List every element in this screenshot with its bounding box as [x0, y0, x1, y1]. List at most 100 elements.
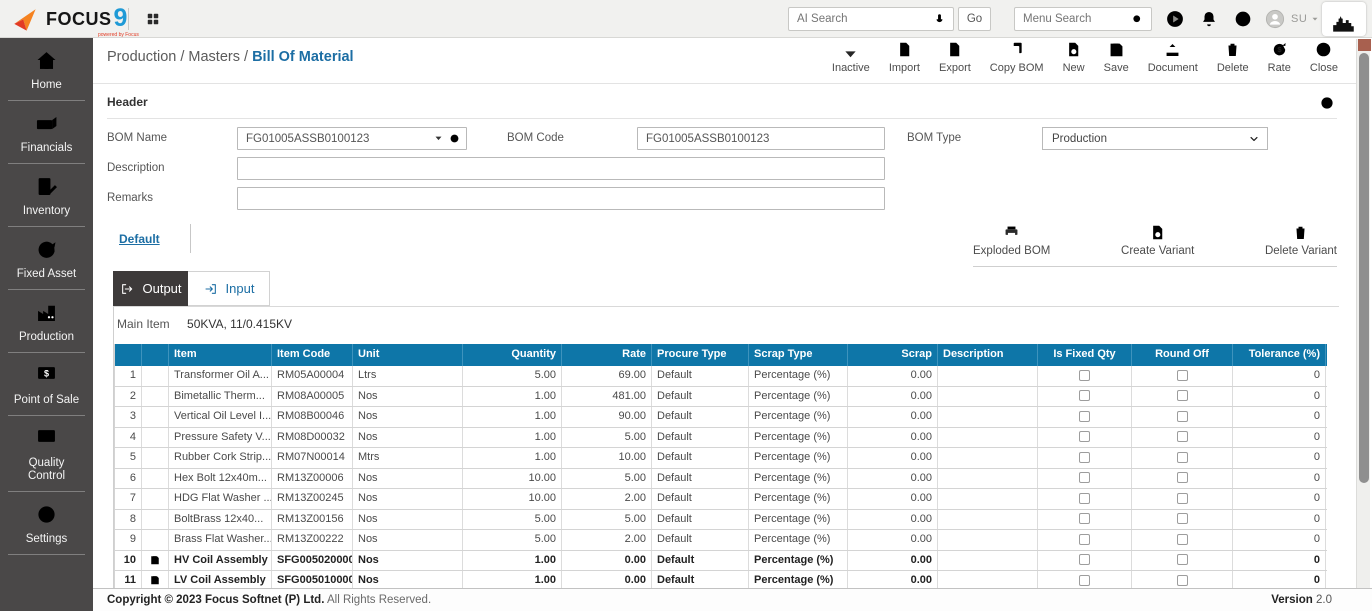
cell-item-code[interactable]: RM13Z00245: [272, 489, 353, 509]
cell-procure-type[interactable]: Default: [652, 489, 749, 509]
cell-rate[interactable]: 0.00: [562, 551, 652, 571]
description-input[interactable]: [238, 163, 884, 175]
cell-procure-type[interactable]: Default: [652, 469, 749, 489]
column-header-row-icon[interactable]: [142, 344, 169, 366]
play-tour-icon[interactable]: [1164, 8, 1186, 30]
is-fixed-qty-checkbox[interactable]: [1079, 534, 1090, 545]
is-fixed-qty-checkbox[interactable]: [1079, 513, 1090, 524]
sidebar-item-quality-control[interactable]: Quality Control: [8, 416, 85, 492]
column-header-is-fixed-qty[interactable]: Is Fixed Qty: [1038, 344, 1132, 366]
cell-procure-type[interactable]: Default: [652, 387, 749, 407]
cell-scrap[interactable]: 0.00: [848, 530, 938, 550]
cell-description[interactable]: [938, 366, 1038, 386]
cell-rate[interactable]: 2.00: [562, 530, 652, 550]
table-row[interactable]: 3 Vertical Oil Level I... RM08B00046 Nos…: [114, 407, 1327, 428]
cell-rate[interactable]: 0.00: [562, 571, 652, 588]
cell-unit[interactable]: Nos: [353, 387, 463, 407]
is-fixed-qty-checkbox[interactable]: [1079, 472, 1090, 483]
is-fixed-qty-checkbox[interactable]: [1079, 575, 1090, 586]
round-off-checkbox[interactable]: [1177, 575, 1188, 586]
scrollbar-top-button[interactable]: [1358, 39, 1371, 51]
cell-procure-type[interactable]: Default: [652, 407, 749, 427]
cell-rate[interactable]: 5.00: [562, 428, 652, 448]
save-button[interactable]: Save: [1104, 40, 1129, 74]
cell-quantity[interactable]: 5.00: [463, 510, 562, 530]
cell-scrap-type[interactable]: Percentage (%): [749, 510, 848, 530]
is-fixed-qty-checkbox[interactable]: [1079, 390, 1090, 401]
round-off-checkbox[interactable]: [1177, 431, 1188, 442]
cell-description[interactable]: [938, 530, 1038, 550]
cell-rate[interactable]: 481.00: [562, 387, 652, 407]
document-button[interactable]: Document: [1148, 40, 1198, 74]
cell-tolerance[interactable]: 0: [1233, 489, 1326, 509]
cell-scrap-type[interactable]: Percentage (%): [749, 448, 848, 468]
round-off-checkbox[interactable]: [1177, 554, 1188, 565]
table-row[interactable]: 8 BoltBrass 12x40... RM13Z00156 Nos 5.00…: [114, 510, 1327, 531]
cell-item[interactable]: BoltBrass 12x40...: [169, 510, 272, 530]
bom-name-caret-down-icon[interactable]: [433, 133, 444, 144]
cell-unit[interactable]: Nos: [353, 530, 463, 550]
cell-tolerance[interactable]: 0: [1233, 407, 1326, 427]
cell-rate[interactable]: 10.00: [562, 448, 652, 468]
sidebar-item-financials[interactable]: Financials: [8, 101, 85, 164]
cell-scrap[interactable]: 0.00: [848, 469, 938, 489]
delete-variant-button[interactable]: Delete Variant: [1265, 223, 1337, 257]
cell-rate[interactable]: 5.00: [562, 469, 652, 489]
cell-quantity[interactable]: 5.00: [463, 366, 562, 386]
cell-item[interactable]: Hex Bolt 12x40m...: [169, 469, 272, 489]
table-row[interactable]: 4 Pressure Safety V... RM08D00032 Nos 1.…: [114, 428, 1327, 449]
column-header-procure-type[interactable]: Procure Type: [652, 344, 749, 366]
cell-tolerance[interactable]: 0: [1233, 448, 1326, 468]
cell-item[interactable]: HV Coil Assembly: [169, 551, 272, 571]
app-logo[interactable]: FOCUS 9 powered by Focus: [12, 5, 127, 34]
go-button[interactable]: Go: [958, 7, 991, 31]
cell-description[interactable]: [938, 510, 1038, 530]
cell-quantity[interactable]: 1.00: [463, 428, 562, 448]
cell-item-code[interactable]: RM13Z00156: [272, 510, 353, 530]
cell-unit[interactable]: Ltrs: [353, 366, 463, 386]
cell-procure-type[interactable]: Default: [652, 366, 749, 386]
cell-scrap[interactable]: 0.00: [848, 387, 938, 407]
cell-quantity[interactable]: 1.00: [463, 551, 562, 571]
bom-code-input[interactable]: [638, 133, 884, 145]
cell-scrap-type[interactable]: Percentage (%): [749, 428, 848, 448]
create-variant-button[interactable]: Create Variant: [1121, 223, 1194, 257]
cell-rate[interactable]: 69.00: [562, 366, 652, 386]
cell-scrap-type[interactable]: Percentage (%): [749, 387, 848, 407]
cell-procure-type[interactable]: Default: [652, 551, 749, 571]
cell-tolerance[interactable]: 0: [1233, 551, 1326, 571]
import-button[interactable]: Import: [889, 40, 920, 74]
column-header-unit[interactable]: Unit: [353, 344, 463, 366]
table-row[interactable]: 9 Brass Flat Washer... RM13Z00222 Nos 5.…: [114, 530, 1327, 551]
is-fixed-qty-checkbox[interactable]: [1079, 554, 1090, 565]
table-row[interactable]: 1 Transformer Oil A... RM05A00004 Ltrs 5…: [114, 366, 1327, 387]
cell-quantity[interactable]: 10.00: [463, 489, 562, 509]
cell-description[interactable]: [938, 387, 1038, 407]
cell-description[interactable]: [938, 469, 1038, 489]
cell-tolerance[interactable]: 0: [1233, 428, 1326, 448]
cell-tolerance[interactable]: 0: [1233, 387, 1326, 407]
cell-scrap-type[interactable]: Percentage (%): [749, 489, 848, 509]
cell-quantity[interactable]: 5.00: [463, 530, 562, 550]
scrollbar-thumb[interactable]: [1359, 53, 1369, 483]
round-off-checkbox[interactable]: [1177, 513, 1188, 524]
cell-scrap-type[interactable]: Percentage (%): [749, 366, 848, 386]
is-fixed-qty-checkbox[interactable]: [1079, 493, 1090, 504]
microphone-icon[interactable]: [932, 12, 947, 27]
cell-description[interactable]: [938, 448, 1038, 468]
cell-rate[interactable]: 5.00: [562, 510, 652, 530]
column-header-scrap[interactable]: Scrap: [848, 344, 938, 366]
cell-scrap[interactable]: 0.00: [848, 489, 938, 509]
cell-item[interactable]: HDG Flat Washer ...: [169, 489, 272, 509]
cell-unit[interactable]: Nos: [353, 551, 463, 571]
column-header-tolerance[interactable]: Tolerance (%): [1233, 344, 1326, 366]
collapse-section-icon[interactable]: [1319, 95, 1335, 111]
tab-input[interactable]: Input: [188, 271, 270, 306]
copy-bom-button[interactable]: Copy BOM: [990, 40, 1044, 74]
cell-unit[interactable]: Nos: [353, 469, 463, 489]
apps-grid-icon[interactable]: [144, 10, 162, 28]
cell-unit[interactable]: Nos: [353, 510, 463, 530]
close-button[interactable]: Close: [1310, 40, 1338, 74]
is-fixed-qty-checkbox[interactable]: [1079, 431, 1090, 442]
cell-quantity[interactable]: 10.00: [463, 469, 562, 489]
